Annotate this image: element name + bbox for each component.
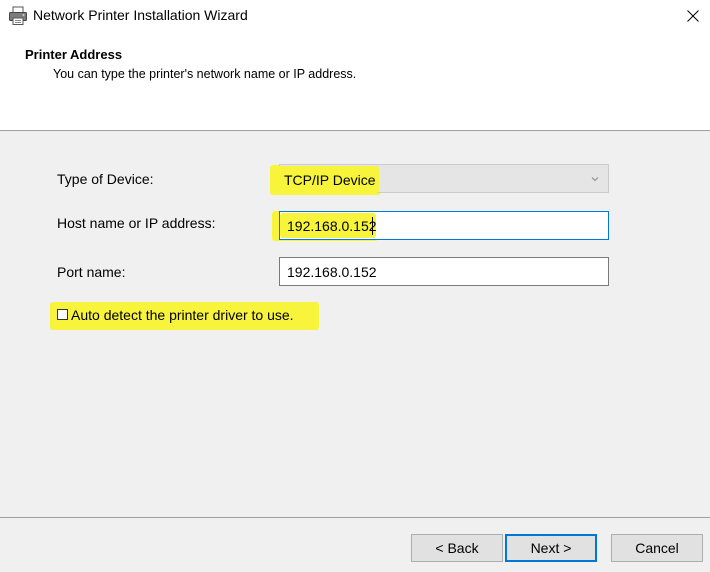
text-caret (372, 217, 373, 235)
host-input[interactable]: 192.168.0.152 (279, 211, 609, 240)
port-label: Port name: (57, 264, 126, 280)
wizard-header: Printer Address You can type the printer… (0, 32, 710, 130)
back-button[interactable]: < Back (411, 534, 503, 562)
auto-detect-checkbox[interactable] (57, 309, 68, 320)
host-input-value: 192.168.0.152 (287, 218, 377, 234)
window-title: Network Printer Installation Wizard (33, 7, 248, 23)
next-button[interactable]: Next > (505, 534, 597, 562)
printer-icon (9, 6, 27, 25)
chevron-down-icon (591, 177, 599, 182)
page-title: Printer Address (25, 47, 123, 62)
host-label: Host name or IP address: (57, 215, 216, 231)
close-button[interactable] (676, 0, 710, 32)
page-subtitle: You can type the printer's network name … (53, 67, 357, 81)
auto-detect-label[interactable]: Auto detect the printer driver to use. (71, 307, 294, 323)
port-input[interactable]: 192.168.0.152 (279, 257, 609, 286)
port-input-value: 192.168.0.152 (287, 264, 377, 280)
cancel-button[interactable]: Cancel (611, 534, 703, 562)
close-icon (687, 10, 699, 22)
wizard-footer (0, 518, 710, 572)
title-bar: Network Printer Installation Wizard (0, 0, 710, 32)
device-type-label: Type of Device: (57, 171, 154, 187)
device-type-value-overlay: TCP/IP Device (284, 172, 376, 188)
